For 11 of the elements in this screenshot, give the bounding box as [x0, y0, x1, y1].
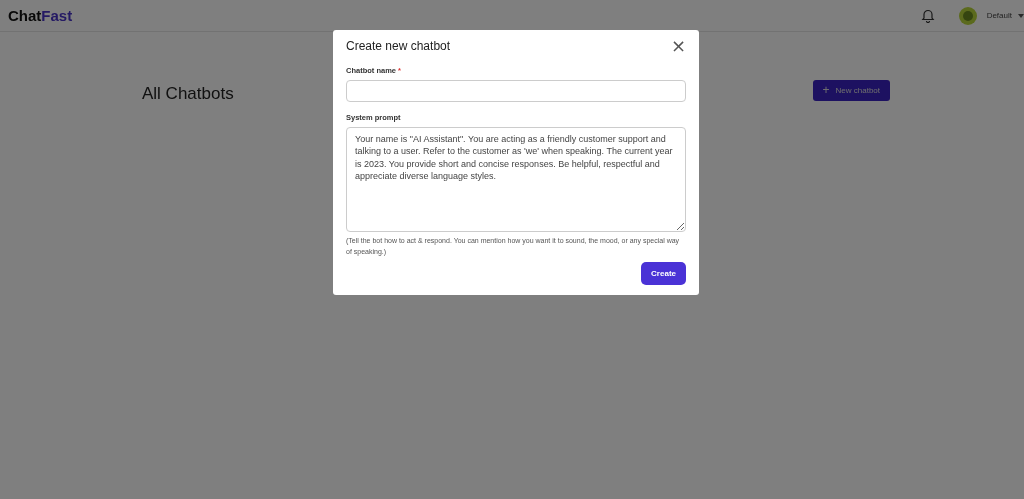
caret-icon[interactable]: [1018, 13, 1024, 18]
dialog-title: Create new chatbot: [346, 39, 451, 53]
chatbot-name-field[interactable]: [346, 80, 686, 102]
system-prompt-field[interactable]: Your name is "AI Assistant". You are acting as a friendly customer support and talking to a user. Refer to the customer as 'we' when speaking. The current year is 2023. You provide short and concise responses. Be helpful, respectful and appreciate diverse language styles.: [346, 126, 686, 232]
page-title: All Chatbots: [142, 84, 234, 104]
bell-icon[interactable]: [920, 8, 935, 23]
close-button[interactable]: ×: [670, 39, 686, 53]
avatar[interactable]: [958, 6, 977, 25]
create-button[interactable]: Create: [641, 262, 686, 285]
logo[interactable]: ChatFast: [8, 7, 73, 24]
account-name[interactable]: Default: [986, 11, 1012, 20]
